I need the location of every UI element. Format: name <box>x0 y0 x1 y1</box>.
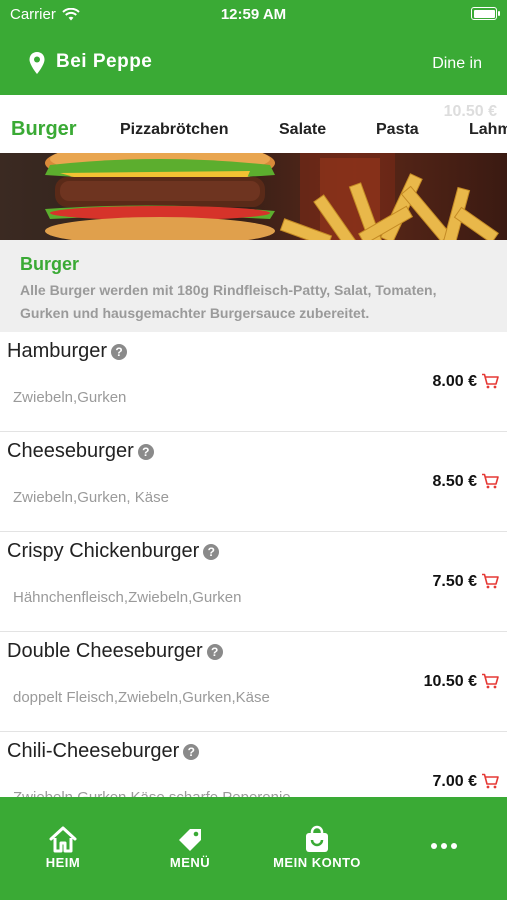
category-banner-image <box>0 153 507 240</box>
item-price: 7.00 € <box>432 773 477 790</box>
tag-icon <box>179 829 201 851</box>
item-description: Zwiebeln,Gurken,Käse,scharfe Peperonie <box>13 789 291 797</box>
nav-menu[interactable]: MENÜ <box>135 825 245 870</box>
item-price: 8.00 € <box>432 373 477 390</box>
location-pin-icon[interactable] <box>28 51 46 75</box>
home-icon <box>49 826 77 853</box>
add-to-cart-icon[interactable] <box>481 773 499 789</box>
item-description: Hähnchenfleisch,Zwiebeln,Gurken <box>13 589 242 606</box>
app-header: Carrier 12:59 AM Bei Peppe Dine in <box>0 0 507 95</box>
status-time: 12:59 AM <box>220 6 287 23</box>
ghost-price: 10.50 € <box>443 103 497 120</box>
info-icon[interactable]: ? <box>111 343 128 360</box>
menu-item-list: Hamburger ? Zwiebeln,Gurken 8.00 € Chees… <box>0 332 507 797</box>
bottom-navigation: HEIM MENÜ MEIN KONTO <box>0 797 507 900</box>
menu-item-hamburger[interactable]: Hamburger ? Zwiebeln,Gurken 8.00 € <box>0 332 507 432</box>
info-icon[interactable]: ? <box>137 443 154 460</box>
nav-menu-label: MENÜ <box>169 855 211 870</box>
menu-item-crispy-chickenburger[interactable]: Crispy Chickenburger ? Hähnchenfleisch,Z… <box>0 532 507 632</box>
nav-home-label: HEIM <box>45 855 81 870</box>
more-icon <box>431 843 457 849</box>
add-to-cart-icon[interactable] <box>481 673 499 689</box>
item-description: doppelt Fleisch,Zwiebeln,Gurken,Käse <box>13 689 270 706</box>
tab-salate[interactable]: Salate <box>279 121 326 139</box>
tab-lahm[interactable]: Lahm <box>469 121 507 139</box>
info-icon[interactable]: ? <box>206 643 223 660</box>
info-icon[interactable]: ? <box>203 543 220 560</box>
item-name-row: Crispy Chickenburger ? <box>7 540 220 563</box>
item-description: Zwiebeln,Gurken <box>13 389 127 406</box>
item-price: 8.50 € <box>432 473 477 490</box>
item-name: Crispy Chickenburger <box>7 540 200 562</box>
item-name-row: Chili-Cheeseburger ? <box>7 740 200 763</box>
item-description: Zwiebeln,Gurken, Käse <box>13 489 169 506</box>
shopping-bag-icon <box>306 825 328 852</box>
tab-pasta[interactable]: Pasta <box>376 121 419 139</box>
nav-home[interactable]: HEIM <box>8 825 118 870</box>
add-to-cart-icon[interactable] <box>481 573 499 589</box>
add-to-cart-icon[interactable] <box>481 373 499 389</box>
status-bar: Carrier 12:59 AM <box>0 0 507 28</box>
nav-more[interactable] <box>389 825 499 853</box>
dine-mode-button[interactable]: Dine in <box>432 55 482 73</box>
item-name-row: Double Cheeseburger ? <box>7 640 223 663</box>
category-description: Alle Burger werden mit 180g Rindfleisch-… <box>20 282 437 321</box>
menu-item-double-cheeseburger[interactable]: Double Cheeseburger ? doppelt Fleisch,Zw… <box>0 632 507 732</box>
item-price: 7.50 € <box>432 573 477 590</box>
menu-item-cheeseburger[interactable]: Cheeseburger ? Zwiebeln,Gurken, Käse 8.5… <box>0 432 507 532</box>
item-name: Cheeseburger <box>7 440 134 462</box>
category-tabs: 10.50 € Burger Pizzabrötchen Salate Past… <box>0 95 507 153</box>
item-name: Hamburger <box>7 340 108 362</box>
restaurant-name[interactable]: Bei Peppe <box>56 51 152 73</box>
info-icon[interactable]: ? <box>183 743 200 760</box>
tab-burger[interactable]: Burger <box>11 118 77 141</box>
tab-pizzabroetchen[interactable]: Pizzabrötchen <box>120 121 228 139</box>
add-to-cart-icon[interactable] <box>481 473 499 489</box>
item-name: Chili-Cheeseburger <box>7 740 180 762</box>
item-price: 10.50 € <box>423 673 477 690</box>
category-info: Burger Alle Burger werden mit 180g Rindf… <box>0 240 507 332</box>
menu-item-chili-cheeseburger[interactable]: Chili-Cheeseburger ? Zwiebeln,Gurken,Käs… <box>0 732 507 797</box>
item-name-row: Cheeseburger ? <box>7 440 154 463</box>
item-name: Double Cheeseburger <box>7 640 203 662</box>
category-title: Burger <box>20 254 80 274</box>
nav-account[interactable]: MEIN KONTO <box>262 825 372 870</box>
item-name-row: Hamburger ? <box>7 340 128 363</box>
battery-icon <box>471 7 500 20</box>
nav-account-label: MEIN KONTO <box>273 855 361 870</box>
